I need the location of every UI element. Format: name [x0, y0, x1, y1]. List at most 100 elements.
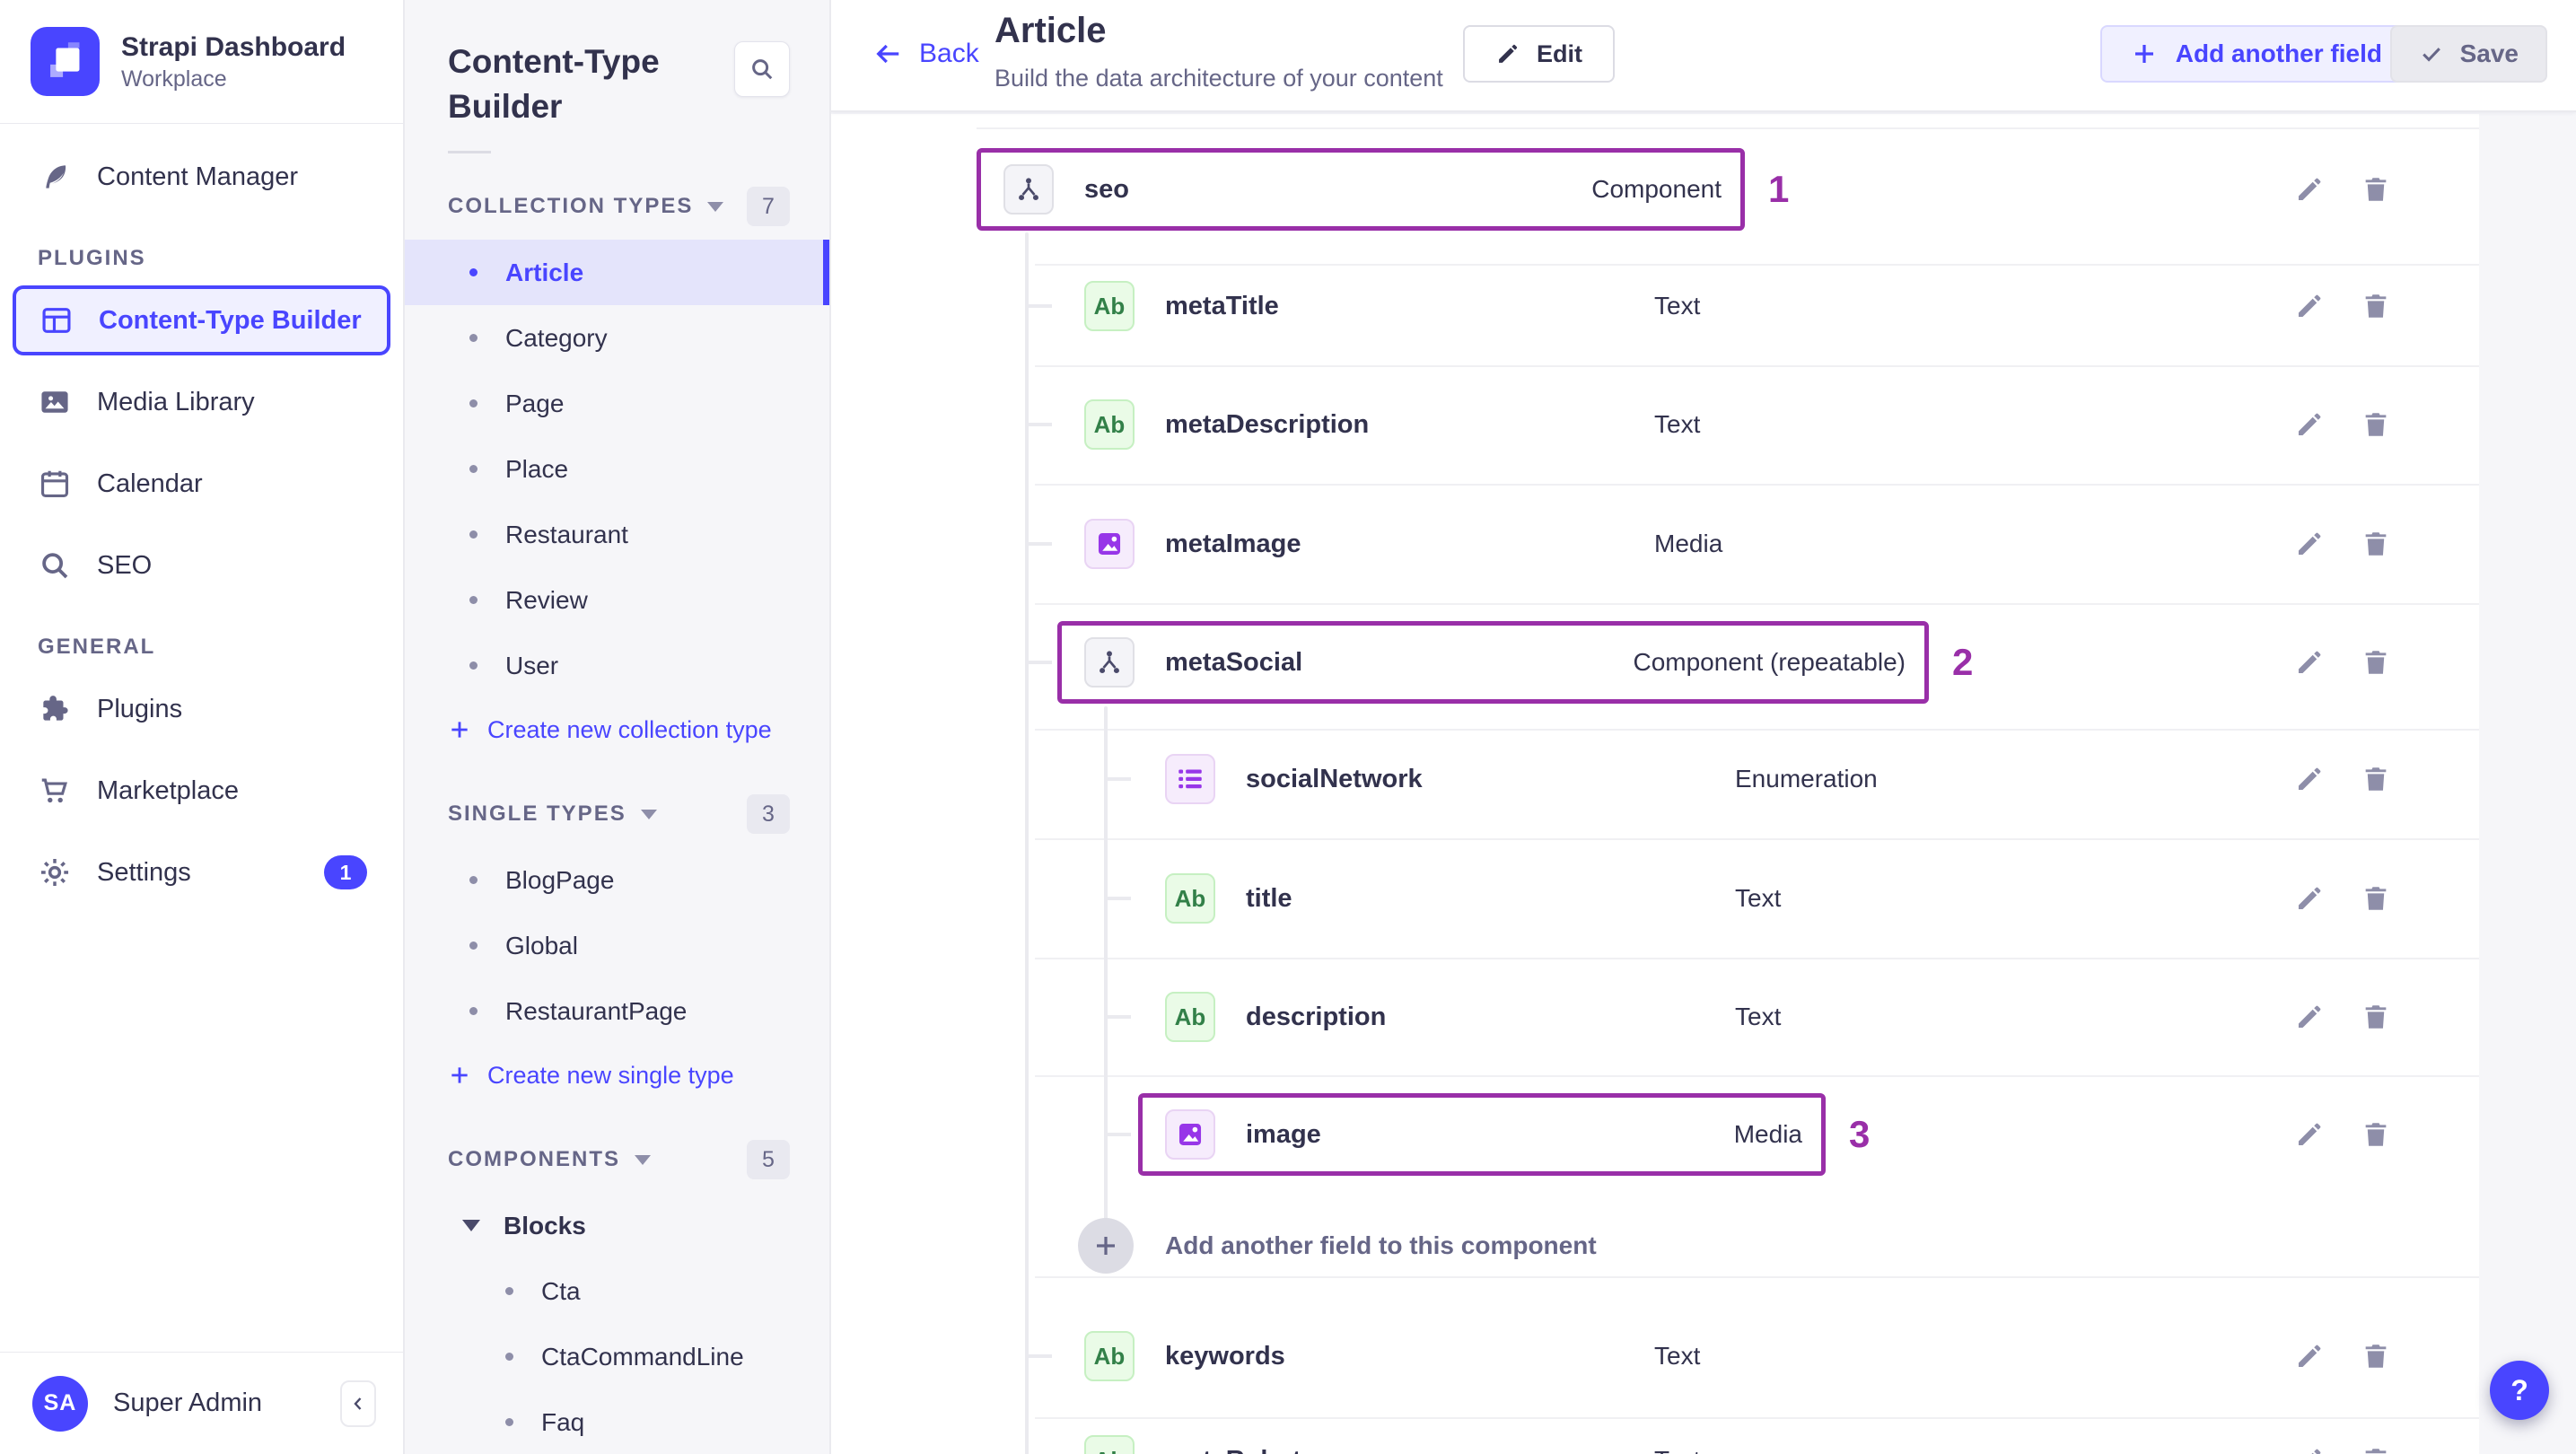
subnav-header: Content-Type Builder — [405, 0, 829, 129]
subnav-item-review[interactable]: Review — [405, 567, 829, 633]
sidebar-item-marketplace[interactable]: Marketplace — [0, 756, 403, 826]
edit-field-button[interactable] — [2294, 1002, 2325, 1032]
edit-field-button[interactable] — [2294, 764, 2325, 794]
delete-field-button[interactable] — [2361, 1341, 2391, 1371]
subnav-item-category[interactable]: Category — [405, 305, 829, 371]
search-button[interactable] — [734, 41, 790, 97]
subnav-item-global[interactable]: Global — [405, 913, 829, 978]
plus-icon — [448, 1064, 471, 1087]
edit-field-button[interactable] — [2294, 1119, 2325, 1150]
delete-field-button[interactable] — [2361, 174, 2391, 205]
create-new-link[interactable]: Create new single type — [405, 1044, 829, 1107]
sidebar-item-label: Settings — [97, 857, 191, 887]
delete-field-button[interactable] — [2361, 647, 2391, 678]
bullet-icon — [505, 1418, 513, 1426]
create-link-label: Create new collection type — [487, 715, 772, 743]
search-icon — [749, 56, 775, 83]
content-type-builder-panel: Content-Type Builder COLLECTION TYPES 7 Ar… — [405, 0, 831, 1454]
cart-icon — [38, 774, 72, 808]
edit-field-button[interactable] — [2294, 174, 2325, 205]
subnav-item-cta[interactable]: Cta — [405, 1258, 829, 1324]
subnav-item-restaurant[interactable]: Restaurant — [405, 502, 829, 567]
plus-icon — [448, 718, 471, 741]
delete-field-button[interactable] — [2361, 1119, 2391, 1150]
sidebar-item-content-manager[interactable]: Content Manager — [0, 142, 403, 212]
group-label: Blocks — [504, 1211, 586, 1239]
delete-field-button[interactable] — [2361, 409, 2391, 440]
subnav-item-faq[interactable]: Faq — [405, 1389, 829, 1454]
chevron-down-icon — [707, 201, 724, 212]
sidebar-item-calendar[interactable]: Calendar — [0, 449, 403, 519]
subnav-section-header[interactable]: SINGLE TYPES 3 — [448, 794, 790, 834]
delete-field-button[interactable] — [2361, 883, 2391, 914]
bullet-icon — [505, 1353, 513, 1361]
delete-field-button[interactable] — [2361, 1445, 2391, 1454]
section-count-badge: 5 — [747, 1140, 790, 1179]
chevron-down-icon — [640, 809, 657, 819]
row-divider — [1035, 958, 2479, 959]
delete-field-button[interactable] — [2361, 1002, 2391, 1032]
subnav-sections: COLLECTION TYPES 7 Article Category Page Plac… — [405, 187, 829, 1454]
edit-field-button[interactable] — [2294, 647, 2325, 678]
feather-icon — [38, 160, 72, 194]
subnav-item-article[interactable]: Article — [405, 240, 829, 305]
field-type: Media — [1733, 1120, 1802, 1148]
section-label: COMPONENTS — [448, 1147, 621, 1171]
subnav-item-restaurantpage[interactable]: RestaurantPage — [405, 978, 829, 1044]
collapse-sidebar-button[interactable] — [340, 1380, 376, 1427]
sidebar-item-content-type-builder[interactable]: Content-Type Builder — [13, 285, 390, 355]
delete-field-button[interactable] — [2361, 529, 2391, 559]
create-new-link[interactable]: Create new collection type — [405, 698, 829, 761]
user-name: Super Admin — [113, 1388, 263, 1417]
add-field-to-component-button[interactable] — [1078, 1218, 1134, 1274]
delete-field-button[interactable] — [2361, 764, 2391, 794]
edit-field-button[interactable] — [2294, 409, 2325, 440]
sidebar-item-plugins[interactable]: Plugins — [0, 674, 403, 744]
workspace-subtitle: Workplace — [121, 66, 227, 92]
back-link[interactable]: Back — [872, 38, 979, 70]
notification-badge: 1 — [324, 855, 367, 889]
component-group-blocks[interactable]: Blocks — [405, 1193, 829, 1258]
edit-field-button[interactable] — [2294, 1341, 2325, 1371]
edit-field-button[interactable] — [2294, 883, 2325, 914]
add-another-field-button[interactable]: Add another field — [2099, 25, 2413, 83]
avatar[interactable]: SA — [32, 1375, 88, 1432]
edit-field-button[interactable] — [2294, 291, 2325, 321]
sidebar-item-media-library[interactable]: Media Library — [0, 367, 403, 437]
add-field-to-component-label: Add another field to this component — [1165, 1231, 1597, 1259]
subnav-item-place[interactable]: Place — [405, 436, 829, 502]
media-field-icon — [1165, 1109, 1215, 1160]
sidebar-item-seo[interactable]: SEO — [0, 530, 403, 600]
plus-icon — [2131, 40, 2158, 67]
delete-field-button[interactable] — [2361, 291, 2391, 321]
workspace-brand: Strapi Dashboard Workplace — [0, 0, 403, 124]
calendar-icon — [38, 467, 72, 501]
sidebar-item-settings[interactable]: Settings 1 — [0, 837, 403, 907]
save-button[interactable]: Save — [2389, 25, 2547, 83]
edit-field-button[interactable] — [2294, 1445, 2325, 1454]
edit-button[interactable]: Edit — [1463, 25, 1615, 83]
help-button[interactable]: ? — [2490, 1361, 2549, 1420]
active-indicator — [823, 240, 829, 305]
sidebar-item-label: Content-Type Builder — [99, 305, 362, 335]
subnav-section-header[interactable]: COMPONENTS 5 — [448, 1140, 790, 1179]
subnav-item-user[interactable]: User — [405, 633, 829, 698]
edit-field-button[interactable] — [2294, 529, 2325, 559]
row-divider — [1035, 365, 2479, 367]
text-field-icon: Ab — [1084, 1331, 1135, 1381]
section-label: SINGLE TYPES — [448, 801, 626, 826]
sidebar-item-label: Calendar — [97, 469, 203, 498]
subnav-section-header[interactable]: COLLECTION TYPES 7 — [448, 187, 790, 226]
field-name: metaSocial — [1165, 648, 1303, 677]
subnav-item-label: Cta — [541, 1276, 581, 1305]
bullet-icon — [469, 661, 478, 670]
field-name: metaDescription — [1165, 410, 1370, 439]
tree-stub — [1025, 542, 1052, 546]
tree-stub — [1104, 1015, 1131, 1019]
field-type: Text — [1654, 292, 1701, 320]
subnav-item-ctacommandline[interactable]: CtaCommandLine — [405, 1324, 829, 1389]
subnav-item-blogpage[interactable]: BlogPage — [405, 847, 829, 913]
subnav-item-page[interactable]: Page — [405, 371, 829, 436]
right-gutter — [2479, 114, 2576, 1454]
field-type: Text — [1735, 1003, 1782, 1030]
